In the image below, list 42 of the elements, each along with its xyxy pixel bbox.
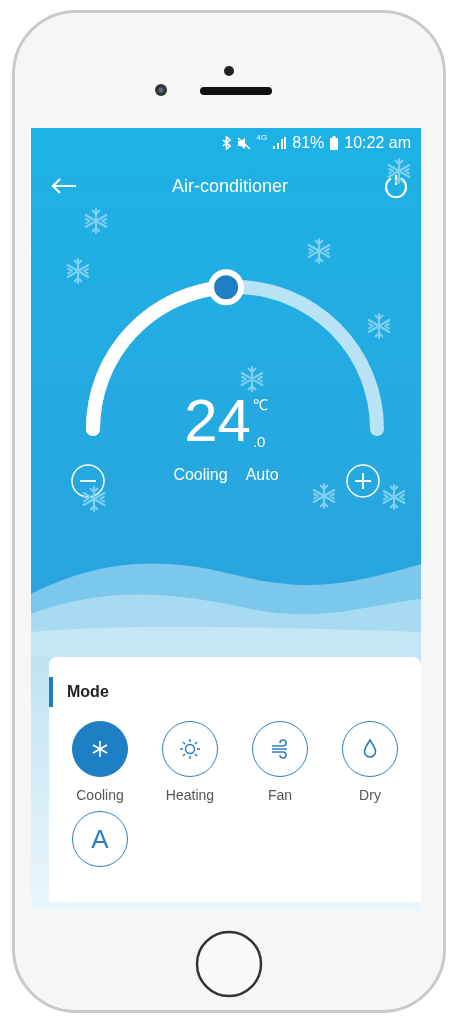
speaker-grille	[200, 87, 272, 95]
back-button[interactable]	[51, 177, 77, 195]
mode-label: Fan	[267, 787, 293, 803]
decrease-button[interactable]	[71, 464, 105, 498]
temperature-decimal: .0	[252, 433, 267, 450]
sun-icon	[178, 737, 202, 761]
mode-button[interactable]: A	[72, 811, 128, 867]
network-type: 4G	[256, 134, 268, 142]
battery-percent: 81%	[292, 134, 325, 152]
current-mode: Cooling	[173, 466, 228, 484]
snowflake-icon	[81, 486, 107, 512]
camera-lens-icon	[154, 83, 168, 97]
power-button[interactable]	[383, 173, 409, 199]
screen-title: Air-conditioner	[171, 175, 289, 197]
snowflake-icon	[311, 483, 337, 509]
snowflake-icon	[306, 238, 332, 264]
increase-button[interactable]	[346, 464, 380, 498]
signal-icon	[273, 137, 287, 149]
temperature-value: 24	[184, 392, 251, 450]
mode-button[interactable]	[72, 721, 128, 777]
muted-speaker-icon	[236, 136, 251, 150]
mode-label: Heating	[165, 787, 215, 803]
home-button[interactable]	[195, 930, 263, 998]
mode-button[interactable]	[162, 721, 218, 777]
temperature-slider-thumb[interactable]	[208, 269, 245, 306]
temperature-unit: ℃	[252, 395, 268, 414]
fan-speed: Auto	[245, 466, 279, 484]
section-title: Mode	[67, 683, 109, 701]
mode-label: Dry	[359, 787, 381, 803]
front-camera-icon	[223, 64, 235, 77]
bluetooth-icon	[221, 136, 231, 150]
snowflake-icon	[65, 258, 91, 284]
mode-label: Cooling	[76, 787, 124, 803]
mode-button[interactable]	[252, 721, 308, 777]
mode-button[interactable]	[342, 721, 398, 777]
snowflake-icon	[386, 158, 412, 184]
snowflake-icon	[381, 484, 407, 510]
clock-time: 10:22 am	[344, 134, 411, 152]
snowflake-icon	[83, 208, 109, 234]
snowflake-icon	[366, 313, 392, 339]
snowflake-icon	[239, 366, 265, 392]
battery-icon	[330, 136, 339, 150]
